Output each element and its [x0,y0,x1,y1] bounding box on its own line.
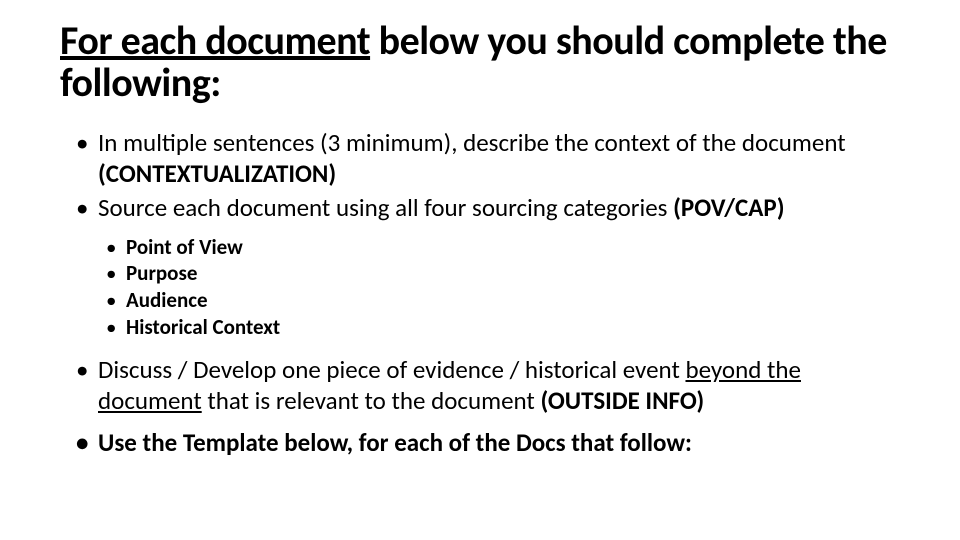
bullet-list-level1: In multiple sentences (3 minimum), descr… [60,128,900,224]
bullet-strong: (OUTSIDE INFO) [540,385,704,416]
bullet-list-level2: Point of View Purpose Audience Historica… [60,234,900,342]
bullet-template: Use the Template below, for each of the … [76,428,900,459]
sub-point-of-view: Point of View [106,234,900,261]
sub-purpose: Purpose [106,260,900,287]
bullet-lead: In multiple sentences (3 minimum), descr… [98,127,846,158]
bullet-lead: Discuss / Develop one piece of evidence … [98,354,685,385]
bullet-mid: that is relevant to the document [202,385,541,416]
bullet-strong: (POV/CAP) [673,192,784,223]
bullet-sourcing: Source each document using all four sour… [76,193,900,224]
bullet-lead: Source each document using all four sour… [98,192,673,223]
slide-title: For each document below you should compl… [60,20,900,104]
sub-historical-context: Historical Context [106,314,900,341]
bullet-outside-info: Discuss / Develop one piece of evidence … [76,355,900,416]
bullet-contextualization: In multiple sentences (3 minimum), descr… [76,128,900,189]
slide: For each document below you should compl… [0,0,960,540]
bullet-strong: (CONTEXTUALIZATION) [98,158,336,189]
bullet-list-level1-continued: Discuss / Develop one piece of evidence … [60,355,900,459]
bullet-text: Use the Template below, for each of the … [98,427,692,458]
sub-audience: Audience [106,287,900,314]
